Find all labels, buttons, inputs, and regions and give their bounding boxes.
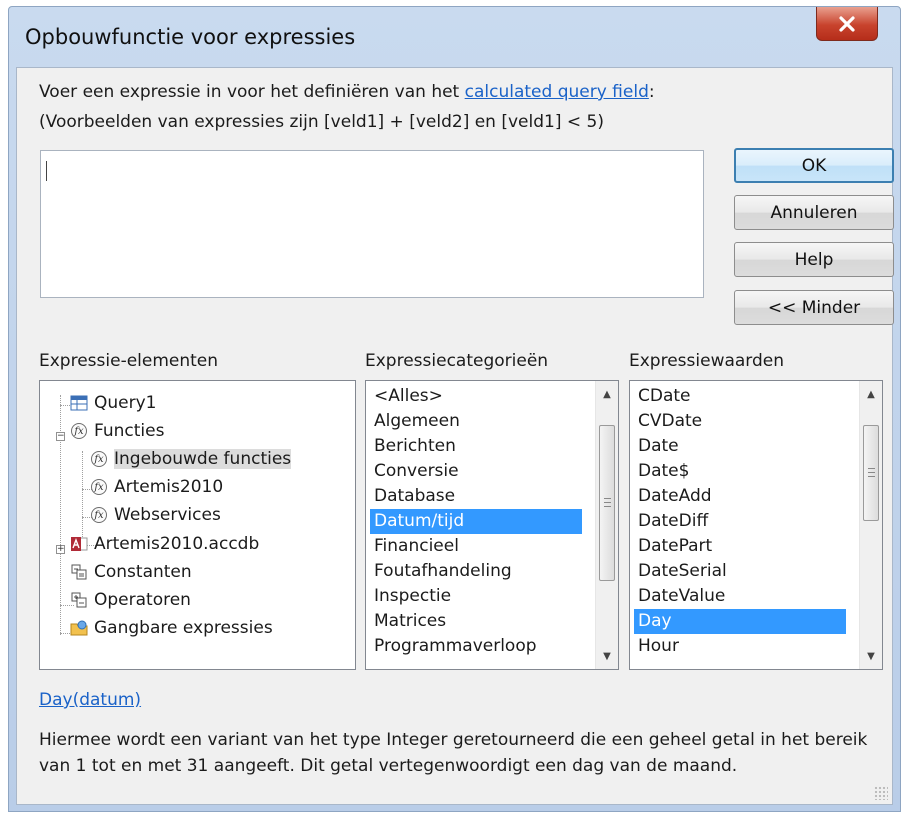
- instruction-line-1: Voer een expressie in voor het definiëre…: [39, 82, 655, 102]
- tree-line: [82, 451, 83, 541]
- expression-elements-label: Expressie-elementen: [39, 351, 219, 371]
- list-item[interactable]: DateValue: [634, 584, 725, 609]
- list-item[interactable]: Foutafhandeling: [370, 559, 512, 584]
- tree-item-label: Artemis2010.accdb: [94, 534, 260, 554]
- dialog-title: Opbouwfunctie voor expressies: [25, 25, 356, 49]
- list-item[interactable]: Algemeen: [370, 409, 460, 434]
- grip-line: [604, 502, 611, 503]
- expression-categories-list[interactable]: <Alles> Algemeen Berichten Conversie Dat…: [365, 380, 619, 670]
- collapse-toggle[interactable]: −: [56, 432, 65, 441]
- list-item-selected[interactable]: Day: [634, 609, 846, 634]
- scroll-thumb[interactable]: [599, 425, 615, 581]
- tree-item-webservices[interactable]: fx Webservices: [90, 505, 221, 525]
- function-signature-link[interactable]: Day(datum): [39, 690, 141, 710]
- function-icon: fx: [90, 506, 108, 524]
- instruction-text: Voer een expressie in voor het definiëre…: [39, 82, 465, 102]
- close-icon: [839, 15, 855, 32]
- scroll-down-icon[interactable]: ▼: [860, 645, 882, 667]
- list-item[interactable]: Programmaverloop: [370, 634, 537, 659]
- tree-item-label: Artemis2010: [114, 477, 224, 497]
- tree-item-label: Constanten: [94, 562, 192, 582]
- tree-item-artemis2010[interactable]: fx Artemis2010: [90, 477, 223, 497]
- list-item[interactable]: Inspectie: [370, 584, 451, 609]
- list-item[interactable]: <Alles>: [370, 384, 443, 409]
- tree-item-common-expressions[interactable]: Gangbare expressies: [70, 618, 273, 638]
- expression-builder-dialog: Opbouwfunctie voor expressies Voer een e…: [8, 6, 901, 812]
- dialog-body: Voer een expressie in voor het definiëre…: [16, 67, 894, 805]
- grip-line: [604, 498, 611, 499]
- function-icon: fx: [90, 450, 108, 468]
- ok-button[interactable]: OK: [734, 148, 894, 183]
- list-item[interactable]: DateAdd: [634, 484, 712, 509]
- expression-elements-tree[interactable]: − + Query1 fx Functies fx Ingebouwde fun…: [39, 380, 356, 670]
- expand-toggle[interactable]: +: [56, 545, 65, 554]
- tree-item-builtin-functions[interactable]: fx Ingebouwde functies: [90, 449, 292, 469]
- expression-values-list[interactable]: CDate CVDate Date Date$ DateAdd DateDiff…: [629, 380, 883, 670]
- constants-icon: [70, 563, 88, 581]
- query-icon: [70, 394, 88, 412]
- tree-item-constants[interactable]: Constanten: [70, 562, 192, 582]
- categories-scrollbar[interactable]: ▲ ▼: [595, 381, 618, 669]
- scroll-up-icon[interactable]: ▲: [860, 383, 882, 405]
- help-button[interactable]: Help: [734, 242, 894, 277]
- tree-item-artemis-database[interactable]: Artemis2010.accdb: [70, 534, 259, 554]
- tree-item-label: Gangbare expressies: [94, 618, 273, 638]
- title-bar[interactable]: Opbouwfunctie voor expressies: [9, 7, 900, 65]
- scroll-down-icon[interactable]: ▼: [596, 645, 618, 667]
- expression-values-label: Expressiewaarden: [629, 351, 785, 371]
- list-item[interactable]: DateDiff: [634, 509, 708, 534]
- expression-input[interactable]: [40, 150, 704, 298]
- cancel-button[interactable]: Annuleren: [734, 195, 894, 230]
- instruction-colon: :: [648, 82, 655, 102]
- list-item[interactable]: Hour: [634, 634, 679, 659]
- list-item[interactable]: Database: [370, 484, 455, 509]
- text-caret: [46, 161, 47, 181]
- list-item[interactable]: Matrices: [370, 609, 446, 634]
- grip-line: [868, 468, 875, 469]
- list-item[interactable]: DateSerial: [634, 559, 727, 584]
- grip-line: [868, 476, 875, 477]
- function-icon: fx: [90, 478, 108, 496]
- scroll-thumb[interactable]: [863, 425, 879, 521]
- list-item[interactable]: Berichten: [370, 434, 456, 459]
- scroll-up-icon[interactable]: ▲: [596, 383, 618, 405]
- less-button[interactable]: << Minder: [734, 290, 894, 325]
- list-item[interactable]: Financieel: [370, 534, 459, 559]
- list-item[interactable]: CVDate: [634, 409, 702, 434]
- list-item[interactable]: Date: [634, 434, 679, 459]
- expression-categories-label: Expressiecategorieën: [365, 351, 549, 371]
- list-item[interactable]: CDate: [634, 384, 691, 409]
- tree-item-label: Functies: [94, 421, 165, 441]
- tree-item-label: Webservices: [114, 505, 221, 525]
- grip-line: [868, 472, 875, 473]
- tree-item-functions[interactable]: fx Functies: [70, 421, 164, 441]
- close-button[interactable]: [816, 7, 878, 41]
- instruction-line-2: (Voorbeelden van expressies zijn [veld1]…: [39, 112, 604, 132]
- list-item[interactable]: DatePart: [634, 534, 712, 559]
- calculated-query-field-link[interactable]: calculated query field: [465, 82, 649, 102]
- operators-icon: [70, 591, 88, 609]
- tree-item-query1[interactable]: Query1: [70, 393, 156, 413]
- common-expressions-icon: [70, 619, 88, 637]
- access-database-icon: [70, 535, 88, 553]
- function-description: Hiermee wordt een variant van het type I…: [39, 730, 868, 776]
- tree-item-label: Ingebouwde functies: [114, 449, 292, 469]
- values-scrollbar[interactable]: ▲ ▼: [859, 381, 882, 669]
- grip-line: [604, 506, 611, 507]
- list-item[interactable]: Conversie: [370, 459, 459, 484]
- tree-item-label: Operatoren: [94, 590, 191, 610]
- resize-grip-icon[interactable]: [874, 786, 888, 800]
- list-item-selected[interactable]: Datum/tijd: [370, 509, 582, 534]
- tree-item-operators[interactable]: Operatoren: [70, 590, 191, 610]
- function-icon: fx: [70, 422, 88, 440]
- tree-item-label: Query1: [94, 393, 157, 413]
- list-item[interactable]: Date$: [634, 459, 689, 484]
